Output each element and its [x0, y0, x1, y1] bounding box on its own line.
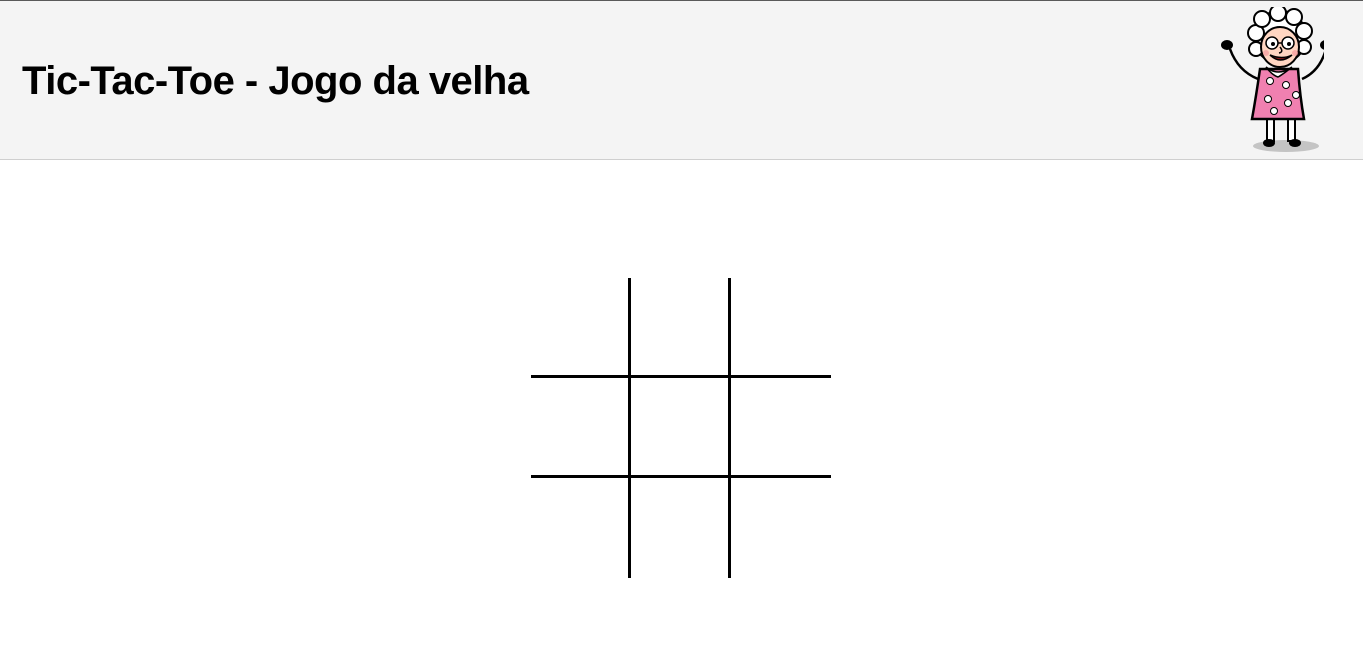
board-cell[interactable] — [631, 478, 731, 578]
grandma-cartoon-icon — [1221, 7, 1324, 152]
board-cell[interactable] — [731, 478, 831, 578]
board-cell[interactable] — [731, 378, 831, 478]
board-cell[interactable] — [531, 478, 631, 578]
board-cell[interactable] — [531, 278, 631, 378]
page-title: Tic-Tac-Toe - Jogo da velha — [22, 59, 529, 103]
board-cell[interactable] — [531, 378, 631, 478]
board-cell[interactable] — [731, 278, 831, 378]
tic-tac-toe-board — [531, 278, 831, 578]
board-cell[interactable] — [631, 278, 731, 378]
board-cell[interactable] — [631, 378, 731, 478]
page-header: Tic-Tac-Toe - Jogo da velha — [0, 0, 1363, 160]
